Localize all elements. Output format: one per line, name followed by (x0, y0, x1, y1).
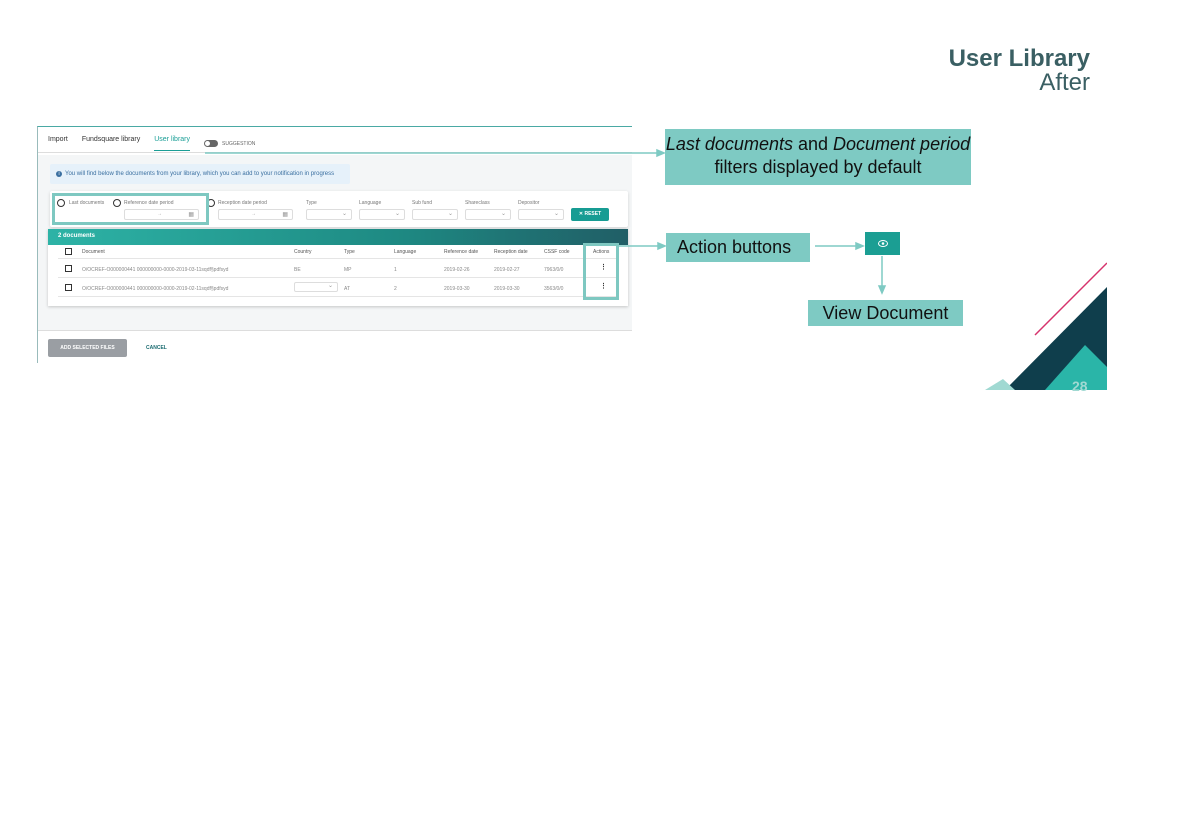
user-library-panel: Import Fundsquare library User library S… (37, 126, 632, 363)
col-header-reception-date: Reception date (494, 249, 528, 255)
chevron-down-icon: ⌄ (341, 211, 347, 217)
callout-filters-rest: filters displayed by default (714, 157, 922, 177)
chevron-down-icon: ⌄ (500, 211, 506, 217)
footer-divider (38, 330, 632, 331)
row-divider (58, 258, 616, 259)
chevron-down-icon: ⌄ (327, 283, 333, 289)
col-header-document[interactable]: Document (82, 249, 105, 255)
reception-date-label: Reception date period (218, 200, 267, 206)
row-type: MP (344, 267, 352, 273)
row-language: 2 (394, 286, 397, 292)
col-header-cssf-code: CSSF code (544, 249, 570, 255)
subfund-select[interactable]: ⌄ (412, 209, 458, 220)
col-header-country: Country (294, 249, 312, 255)
language-filter-label: Language (359, 200, 382, 206)
col-header-reference-date: Reference date (444, 249, 479, 255)
row-reference-date: 2019-02-26 (444, 267, 470, 273)
row-country: BE (294, 267, 301, 273)
col-header-language: Language (394, 249, 417, 255)
language-select[interactable]: ⌄ (359, 209, 405, 220)
chevron-down-icon: ⌄ (394, 211, 400, 217)
slide-title-sub: After (1039, 69, 1090, 96)
depositor-filter-label: Depositor (518, 200, 540, 206)
calendar-icon[interactable]: ▦ (282, 211, 288, 218)
chevron-down-icon: ⌄ (447, 211, 453, 217)
arrow-head (656, 148, 666, 158)
suggestion-toggle[interactable]: SUGGESTION (204, 136, 255, 151)
col-header-type: Type (344, 249, 355, 255)
tab-divider (38, 152, 632, 153)
callout-document-period: Document period (833, 134, 971, 154)
decorative-corner-graphic (985, 262, 1107, 390)
filters-callout: Last documents and Document period filte… (665, 129, 971, 185)
row-cssf-code: 3563/0/0 (544, 286, 564, 292)
connector-arrows (205, 148, 887, 295)
view-document-callout: View Document (808, 300, 963, 326)
depositor-select[interactable]: ⌄ (518, 209, 564, 220)
add-selected-files-button[interactable]: ADD SELECTED FILES (48, 339, 127, 357)
subfund-filter-label: Sub fund (412, 200, 433, 206)
slide-title: User Library After (949, 46, 1090, 96)
callout-and: and (792, 134, 834, 154)
select-all-checkbox[interactable] (65, 248, 72, 255)
results-count: 2 documents (48, 229, 628, 245)
date-separator: → (251, 211, 256, 217)
callout-last-documents: Last documents (665, 134, 793, 154)
shareclass-filter-label: Shareclass (465, 200, 490, 206)
view-document-button[interactable] (865, 232, 900, 255)
type-filter-label: Type (306, 200, 317, 206)
row-reception-date: 2019-02-27 (494, 267, 520, 273)
reset-button[interactable]: ✕ RESET (571, 208, 609, 221)
eye-icon (878, 240, 888, 247)
row-divider (58, 296, 616, 297)
suggestion-label: SUGGESTION (222, 140, 256, 147)
cancel-button[interactable]: CANCEL (146, 345, 167, 351)
reception-date-input[interactable]: → ▦ (218, 209, 293, 220)
tab-import[interactable]: Import (48, 135, 68, 151)
actions-highlight-box (583, 243, 619, 300)
row-checkbox[interactable] (65, 265, 72, 272)
page-number: 28 (1072, 378, 1088, 394)
info-banner: i You will find below the documents from … (50, 164, 350, 184)
row-reception-date: 2019-03-30 (494, 286, 520, 292)
results-table: 2 documents Document Country Type Langua… (48, 229, 628, 306)
chevron-down-icon: ⌄ (553, 211, 559, 217)
close-icon: ✕ (578, 211, 584, 217)
shareclass-select[interactable]: ⌄ (465, 209, 511, 220)
type-select[interactable]: ⌄ (306, 209, 352, 220)
row-document: O/OCREF-O000000441 000000000-0000-2019-0… (82, 286, 229, 292)
tab-fundsquare-library[interactable]: Fundsquare library (82, 135, 140, 151)
row-type: AT (344, 286, 351, 292)
filters-highlight-box (52, 193, 209, 225)
row-country-select[interactable]: ⌄ (294, 282, 338, 292)
action-buttons-callout: Action buttons (666, 233, 810, 262)
row-cssf-code: 7963/0/0 (544, 267, 564, 273)
arrow-head (657, 241, 667, 251)
row-checkbox[interactable] (65, 284, 72, 291)
info-text: You will find below the documents from y… (65, 171, 335, 177)
info-icon: i (56, 171, 62, 177)
row-reference-date: 2019-03-30 (444, 286, 470, 292)
row-document: O/OCREF-O000000441 000000000-0000-2019-0… (82, 267, 229, 273)
reset-label: RESET (584, 211, 602, 217)
tab-bar: Import Fundsquare library User library S… (48, 135, 255, 151)
arrow-head (855, 241, 865, 251)
tab-user-library[interactable]: User library (154, 135, 191, 151)
toggle-switch-icon[interactable] (204, 140, 219, 147)
row-divider (58, 277, 616, 278)
row-language: 1 (394, 267, 397, 273)
arrow-head (877, 285, 887, 295)
